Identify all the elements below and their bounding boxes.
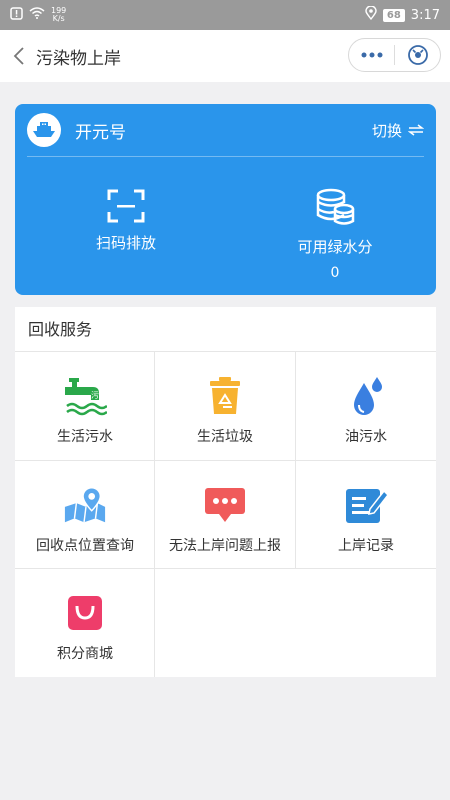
- clock: 3:17: [410, 7, 440, 23]
- ship-icon: [33, 122, 55, 137]
- service-landing-records[interactable]: 上岸记录: [296, 461, 436, 569]
- scan-label: 扫码排放: [95, 234, 156, 252]
- location-icon: [365, 5, 377, 24]
- battery-indicator: 68: [382, 8, 405, 22]
- network-speed: 199 K/s: [51, 6, 67, 23]
- record-edit-icon: [344, 483, 388, 527]
- recycling-services: 回收服务 污 生活污水 生活垃圾 油污水 回收点位置查询 无法上岸问题上报 上岸…: [15, 307, 436, 677]
- sewage-icon: 污: [63, 374, 107, 418]
- map-pin-icon: [63, 483, 107, 527]
- chat-bubble-icon: [203, 483, 247, 527]
- coins-icon: [316, 188, 355, 225]
- service-label: 无法上岸问题上报: [169, 538, 281, 554]
- close-circle-icon: [407, 45, 428, 65]
- chevron-left-icon: [13, 47, 24, 65]
- service-label: 生活污水: [57, 429, 113, 445]
- switch-label: 切换: [371, 121, 402, 140]
- green-points-label: 可用绿水分: [297, 238, 373, 256]
- swap-arrows-icon: [408, 124, 424, 136]
- service-label: 回收点位置查询: [36, 538, 134, 554]
- services-grid: 污 生活污水 生活垃圾 油污水 回收点位置查询 无法上岸问题上报 上岸记录 积分…: [15, 352, 436, 677]
- oil-drop-icon: [344, 374, 388, 418]
- service-oily-water[interactable]: 油污水: [296, 352, 436, 460]
- green-points-value: 0: [330, 265, 340, 281]
- ship-avatar: [27, 113, 61, 147]
- service-points-mall[interactable]: 积分商城: [15, 569, 155, 677]
- service-label: 生活垃圾: [197, 429, 253, 445]
- ship-card: 开元号 切换 扫码排放 可用绿水分 0: [15, 104, 436, 295]
- service-domestic-garbage[interactable]: 生活垃圾: [155, 352, 295, 460]
- card-divider: [27, 156, 424, 157]
- service-label: 油污水: [345, 429, 387, 445]
- close-button[interactable]: [395, 39, 440, 71]
- service-domestic-sewage[interactable]: 污 生活污水: [15, 352, 155, 460]
- scan-discharge-button[interactable]: 扫码排放: [87, 188, 165, 253]
- green-points[interactable]: 可用绿水分 0: [270, 188, 400, 281]
- shopping-bag-icon: [63, 591, 107, 635]
- switch-ship-button[interactable]: 切换: [372, 120, 424, 141]
- more-button[interactable]: [349, 39, 394, 71]
- service-issue-report[interactable]: 无法上岸问题上报: [155, 461, 295, 569]
- recycle-bin-icon: [203, 374, 247, 418]
- service-label: 积分商城: [57, 646, 113, 662]
- more-dots-icon: [361, 52, 382, 58]
- back-button[interactable]: [4, 30, 34, 82]
- page-title: 污染物上岸: [36, 48, 121, 69]
- service-label: 上岸记录: [338, 538, 394, 554]
- wifi-icon: [29, 7, 45, 23]
- status-bar: 199 K/s 68 3:17: [0, 0, 450, 30]
- services-title: 回收服务: [15, 307, 436, 352]
- ship-name: 开元号: [75, 122, 126, 143]
- scan-icon: [107, 189, 145, 223]
- svg-text:污: 污: [91, 390, 99, 400]
- service-recycle-point-query[interactable]: 回收点位置查询: [15, 461, 155, 569]
- notification-icon: [10, 6, 23, 24]
- nav-bar: 污染物上岸: [0, 30, 450, 82]
- mini-program-capsule: [348, 38, 441, 72]
- ship-card-header: 开元号 切换: [15, 104, 436, 156]
